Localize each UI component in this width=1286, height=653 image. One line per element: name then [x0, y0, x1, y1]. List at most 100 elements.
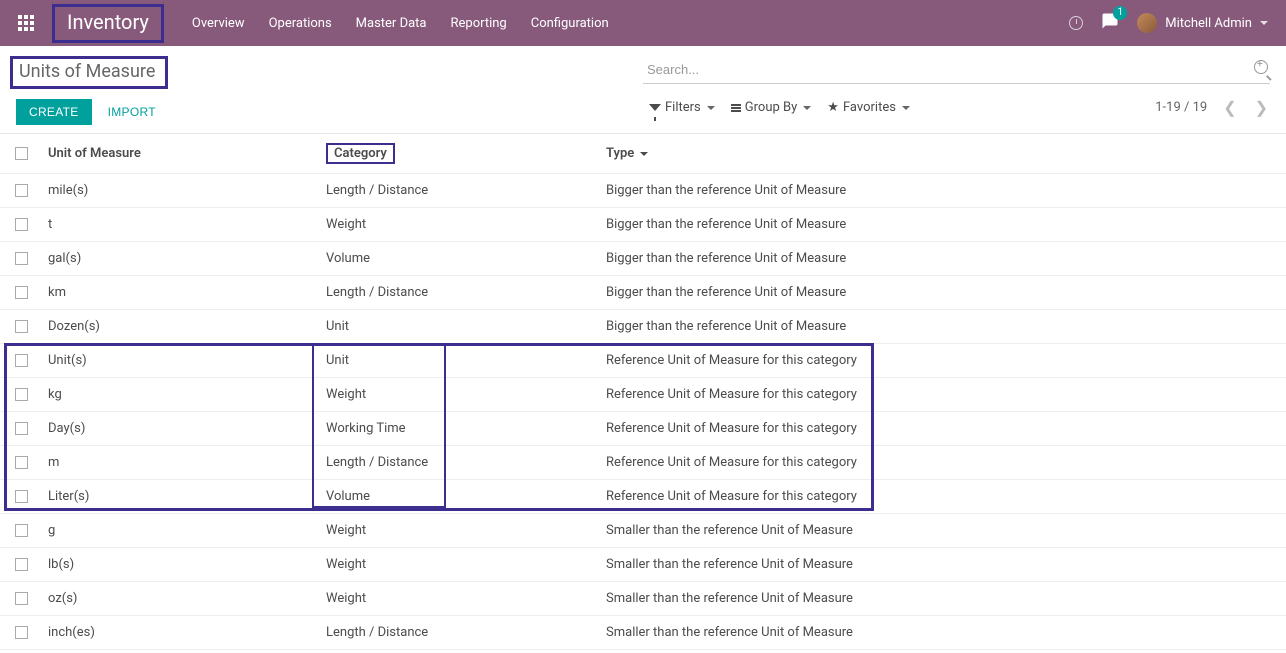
- user-name: Mitchell Admin: [1165, 16, 1252, 31]
- pager-next[interactable]: ❯: [1253, 98, 1270, 117]
- cell-category: Volume: [320, 480, 600, 513]
- col-type-label: Type: [606, 146, 634, 161]
- cell-uom: m: [42, 446, 320, 479]
- table-row[interactable]: Dozen(s)UnitBigger than the reference Un…: [0, 310, 1286, 344]
- col-category[interactable]: Category: [334, 146, 387, 161]
- cell-type: Bigger than the reference Unit of Measur…: [600, 310, 1286, 343]
- row-checkbox[interactable]: [15, 218, 28, 231]
- cell-category: Weight: [320, 548, 600, 581]
- brand-highlight-box: Inventory: [52, 4, 164, 43]
- select-all-checkbox[interactable]: [15, 147, 28, 160]
- cell-uom: Day(s): [42, 412, 320, 445]
- cell-type: Reference Unit of Measure for this categ…: [600, 446, 1286, 479]
- table-row[interactable]: oz(s)WeightSmaller than the reference Un…: [0, 582, 1286, 616]
- row-checkbox[interactable]: [15, 456, 28, 469]
- nav-reporting[interactable]: Reporting: [451, 16, 507, 31]
- top-nav: Overview Operations Master Data Reportin…: [192, 16, 1069, 31]
- col-type[interactable]: Type: [600, 137, 1286, 170]
- chevron-down-icon: [707, 106, 715, 110]
- apps-icon[interactable]: [18, 15, 34, 31]
- pager-prev[interactable]: ❮: [1221, 98, 1238, 117]
- row-checkbox[interactable]: [15, 388, 28, 401]
- table-header: Unit of Measure Category Type: [0, 134, 1286, 174]
- cell-type: Reference Unit of Measure for this categ…: [600, 480, 1286, 513]
- row-checkbox[interactable]: [15, 184, 28, 197]
- table-row[interactable]: gal(s)VolumeBigger than the reference Un…: [0, 242, 1286, 276]
- cell-uom: oz(s): [42, 582, 320, 615]
- cell-type: Smaller than the reference Unit of Measu…: [600, 548, 1286, 581]
- pager-text: 1-19 / 19: [1155, 100, 1207, 115]
- nav-overview[interactable]: Overview: [192, 16, 245, 31]
- nav-configuration[interactable]: Configuration: [531, 16, 609, 31]
- row-checkbox[interactable]: [15, 354, 28, 367]
- cell-category: Weight: [320, 208, 600, 241]
- cell-type: Bigger than the reference Unit of Measur…: [600, 242, 1286, 275]
- chevron-down-icon: [803, 106, 811, 110]
- table-row[interactable]: Day(s)Working TimeReference Unit of Meas…: [0, 412, 1286, 446]
- row-checkbox[interactable]: [15, 422, 28, 435]
- star-icon: ★: [827, 100, 839, 115]
- cell-category: Volume: [320, 242, 600, 275]
- activity-clock-icon[interactable]: [1069, 16, 1083, 30]
- table-row[interactable]: gWeightSmaller than the reference Unit o…: [0, 514, 1286, 548]
- table-row[interactable]: lb(s)WeightSmaller than the reference Un…: [0, 548, 1286, 582]
- uom-table: Unit of Measure Category Type mile(s)Len…: [0, 133, 1286, 650]
- row-checkbox[interactable]: [15, 524, 28, 537]
- table-row[interactable]: kmLength / DistanceBigger than the refer…: [0, 276, 1286, 310]
- search-icon[interactable]: [1254, 60, 1268, 74]
- sort-desc-icon: [640, 152, 648, 156]
- search-input[interactable]: [643, 56, 1270, 84]
- cell-uom: Unit(s): [42, 344, 320, 377]
- table-row[interactable]: Liter(s)VolumeReference Unit of Measure …: [0, 480, 1286, 514]
- favorites-dropdown[interactable]: ★ Favorites: [821, 98, 916, 117]
- cell-category: Working Time: [320, 412, 600, 445]
- page-title: Units of Measure: [19, 61, 155, 82]
- nav-master-data[interactable]: Master Data: [356, 16, 427, 31]
- table-row[interactable]: kgWeightReference Unit of Measure for th…: [0, 378, 1286, 412]
- col-uom[interactable]: Unit of Measure: [42, 137, 320, 170]
- row-checkbox[interactable]: [15, 490, 28, 503]
- row-checkbox[interactable]: [15, 626, 28, 639]
- table-row[interactable]: Unit(s)UnitReference Unit of Measure for…: [0, 344, 1286, 378]
- row-checkbox[interactable]: [15, 558, 28, 571]
- nav-operations[interactable]: Operations: [269, 16, 332, 31]
- cell-uom: t: [42, 208, 320, 241]
- cell-type: Smaller than the reference Unit of Measu…: [600, 616, 1286, 649]
- cell-uom: gal(s): [42, 242, 320, 275]
- table-row[interactable]: inch(es)Length / DistanceSmaller than th…: [0, 616, 1286, 650]
- cell-uom: Liter(s): [42, 480, 320, 513]
- groupby-label: Group By: [745, 100, 798, 115]
- create-button[interactable]: CREATE: [16, 99, 92, 125]
- row-checkbox[interactable]: [15, 286, 28, 299]
- cell-type: Reference Unit of Measure for this categ…: [600, 344, 1286, 377]
- row-checkbox[interactable]: [15, 252, 28, 265]
- messages-icon[interactable]: 1: [1101, 12, 1119, 34]
- cell-type: Smaller than the reference Unit of Measu…: [600, 582, 1286, 615]
- cell-type: Reference Unit of Measure for this categ…: [600, 412, 1286, 445]
- cell-type: Reference Unit of Measure for this categ…: [600, 378, 1286, 411]
- messages-badge: 1: [1113, 6, 1127, 20]
- chevron-down-icon: [1260, 21, 1268, 25]
- user-menu[interactable]: Mitchell Admin: [1137, 13, 1268, 33]
- filters-label: Filters: [665, 100, 701, 115]
- row-checkbox[interactable]: [15, 592, 28, 605]
- table-row[interactable]: mLength / DistanceReference Unit of Meas…: [0, 446, 1286, 480]
- app-brand[interactable]: Inventory: [67, 10, 149, 34]
- page-title-highlight-box: Units of Measure: [10, 56, 168, 89]
- table-row[interactable]: mile(s)Length / DistanceBigger than the …: [0, 174, 1286, 208]
- row-checkbox[interactable]: [15, 320, 28, 333]
- groupby-icon: [731, 104, 741, 112]
- pager: 1-19 / 19 ❮ ❯: [1155, 98, 1270, 117]
- chevron-down-icon: [902, 106, 910, 110]
- groupby-dropdown[interactable]: Group By: [725, 98, 818, 117]
- favorites-label: Favorites: [843, 100, 896, 115]
- cell-type: Bigger than the reference Unit of Measur…: [600, 208, 1286, 241]
- filters-dropdown[interactable]: Filters: [643, 98, 721, 117]
- cell-uom: lb(s): [42, 548, 320, 581]
- cell-uom: kg: [42, 378, 320, 411]
- import-button[interactable]: IMPORT: [98, 100, 166, 124]
- cell-uom: inch(es): [42, 616, 320, 649]
- table-row[interactable]: tWeightBigger than the reference Unit of…: [0, 208, 1286, 242]
- cell-category: Length / Distance: [320, 446, 600, 479]
- col-category-highlight-box: Category: [326, 143, 395, 164]
